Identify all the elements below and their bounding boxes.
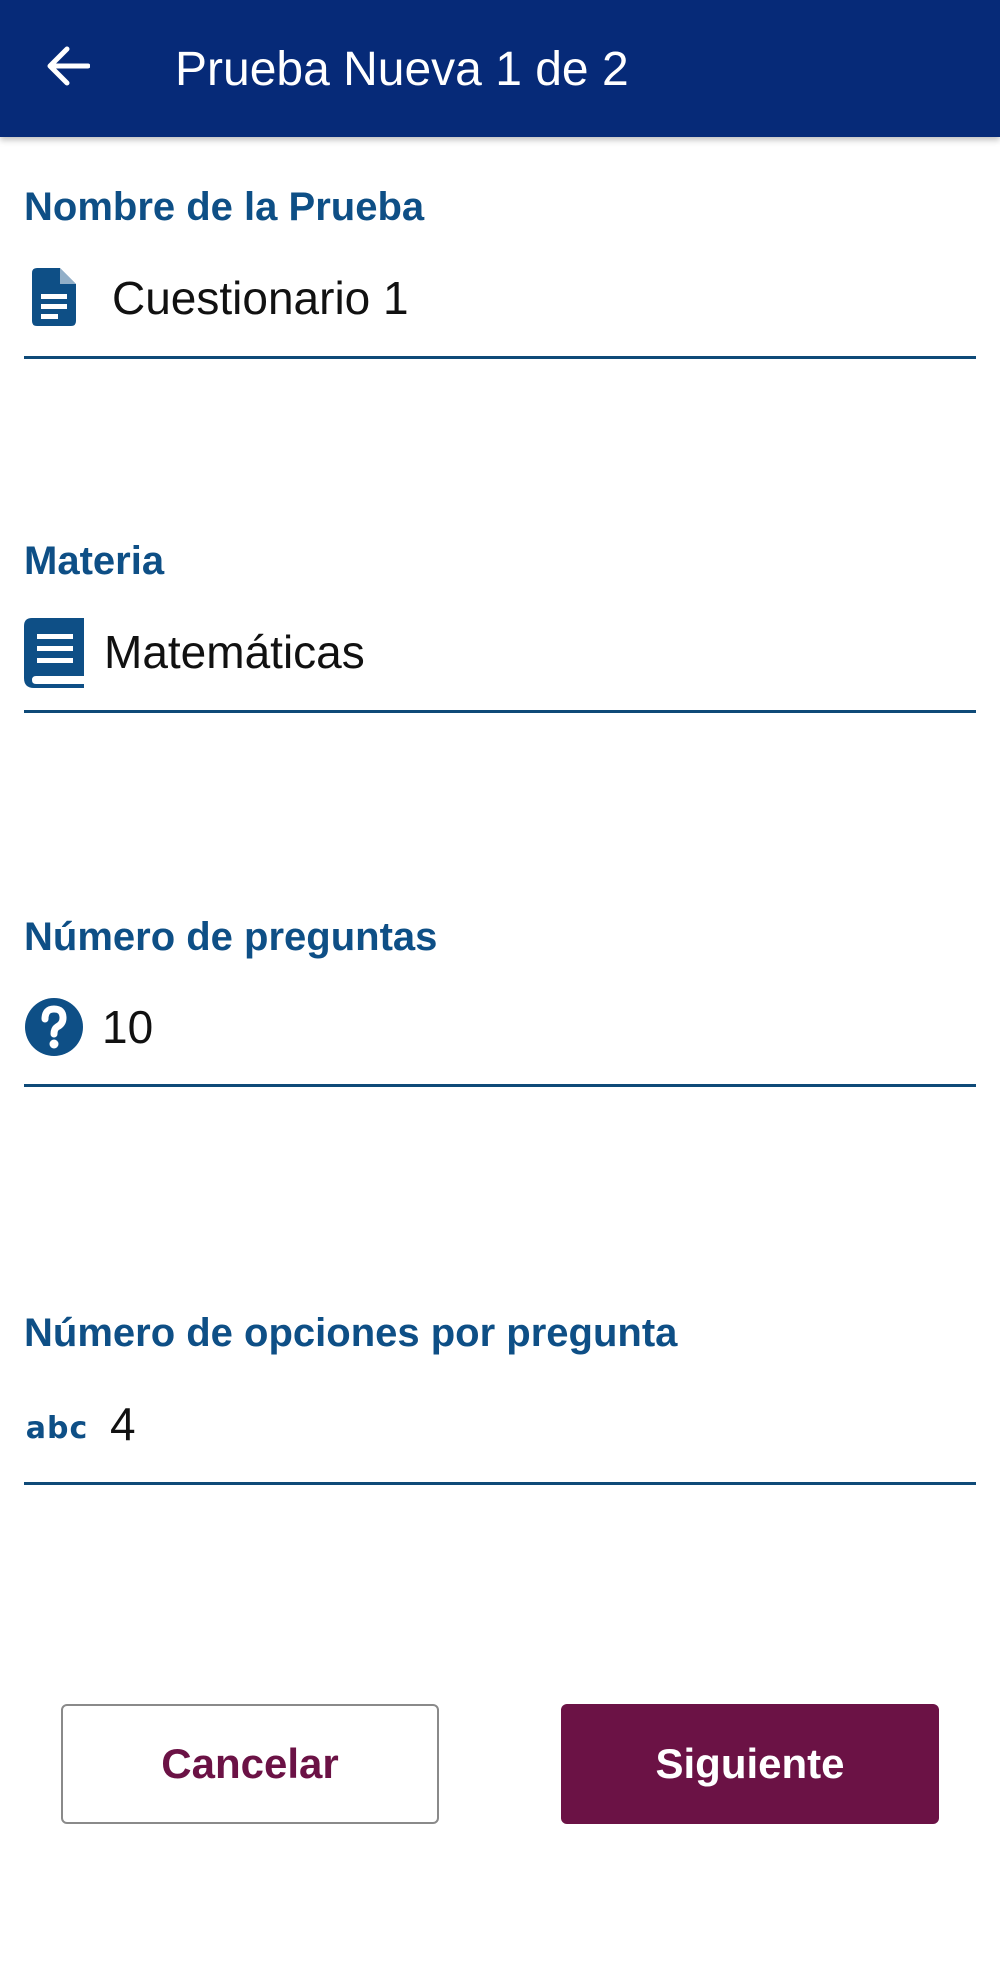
question-circle-icon xyxy=(24,997,84,1057)
options-per-question-field: Número de opciones por pregunta abc 4 xyxy=(24,1308,976,1488)
test-name-label: Nombre de la Prueba xyxy=(24,185,425,229)
subject-label: Materia xyxy=(24,539,165,583)
question-count-field: Número de preguntas 10 xyxy=(24,912,976,1092)
subject-field: Materia Matemáticas xyxy=(24,536,976,716)
book-icon xyxy=(24,618,84,688)
test-name-field: Nombre de la Prueba Cuestionario 1 xyxy=(24,182,976,362)
next-button[interactable]: Siguiente xyxy=(561,1704,939,1824)
question-count-underline xyxy=(24,1084,976,1087)
question-count-input[interactable]: 10 xyxy=(102,999,153,1055)
test-name-input[interactable]: Cuestionario 1 xyxy=(112,270,409,326)
page-title: Prueba Nueva 1 de 2 xyxy=(175,43,629,96)
options-per-question-underline xyxy=(24,1482,976,1485)
options-per-question-label: Número de opciones por pregunta xyxy=(24,1311,678,1355)
cancel-button[interactable]: Cancelar xyxy=(61,1704,439,1824)
back-button[interactable] xyxy=(28,28,108,108)
arrow-left-icon xyxy=(46,46,91,91)
options-per-question-input[interactable]: 4 xyxy=(110,1396,136,1452)
app-bar: Prueba Nueva 1 de 2 xyxy=(0,0,1000,137)
abc-icon: abc xyxy=(26,1408,88,1448)
subject-input[interactable]: Matemáticas xyxy=(104,624,365,680)
subject-underline xyxy=(24,710,976,713)
question-count-label: Número de preguntas xyxy=(24,915,438,959)
abc-icon-text: abc xyxy=(25,1410,89,1446)
test-name-underline xyxy=(24,356,976,359)
document-icon xyxy=(32,268,76,326)
